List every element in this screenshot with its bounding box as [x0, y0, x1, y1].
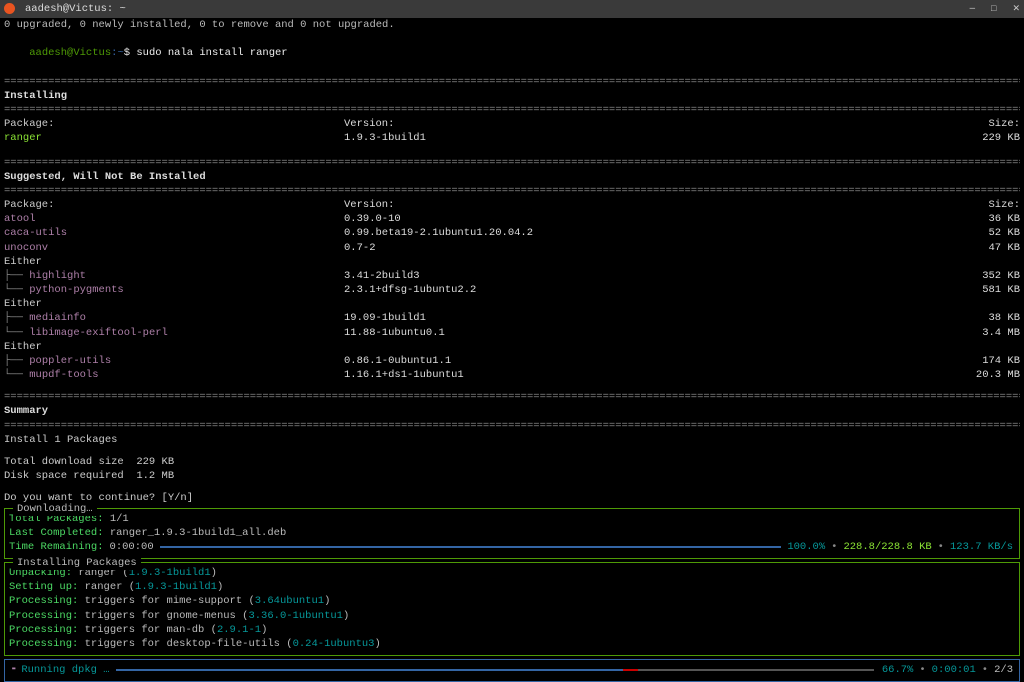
minimize-icon[interactable] — [970, 3, 975, 15]
upgrade-line: 0 upgraded, 0 newly installed, 0 to remo… — [4, 18, 1020, 32]
install-log-line: Processing: triggers for man-db (2.9.1-1… — [9, 623, 1013, 637]
download-progress-bar — [160, 546, 782, 548]
install-log-line: Processing: triggers for gnome-menus (3.… — [9, 609, 1013, 623]
close-circle-icon[interactable] — [4, 3, 15, 14]
window-title: aadesh@Victus: ~ — [25, 2, 126, 16]
maximize-icon[interactable] — [991, 3, 996, 15]
dpkg-progress-bar — [116, 669, 876, 671]
dpkg-box: ╺ Running dpkg … 66.7% • 0:00:01 • 2/3 — [4, 659, 1020, 682]
installing-title: Installing — [4, 89, 1020, 103]
continue-prompt[interactable]: Do you want to continue? [Y/n] — [4, 491, 1020, 505]
header-row: Package: Version: Size: — [4, 117, 1020, 131]
install-log-line: Processing: triggers for desktop-file-ut… — [9, 637, 1013, 651]
prompt-line[interactable]: aadesh@Victus:~$ sudo nala install range… — [4, 32, 1020, 75]
close-icon[interactable] — [1012, 3, 1020, 15]
summary-title: Summary — [4, 404, 1020, 418]
window-titlebar: aadesh@Victus: ~ — [0, 0, 1024, 18]
downloading-box: Downloading… Total Packages: 1/1 Last Co… — [4, 508, 1020, 560]
install-log-line: Unpacking: ranger (1.9.3-1build1) — [9, 566, 1013, 580]
install-log-line: Setting up: ranger (1.9.3-1build1) — [9, 580, 1013, 594]
install-log-line: Processing: triggers for mime-support (3… — [9, 594, 1013, 608]
suggested-title: Suggested, Will Not Be Installed — [4, 170, 1020, 184]
terminal-output: 0 upgraded, 0 newly installed, 0 to remo… — [0, 18, 1024, 682]
installing-box: Installing Packages Unpacking: ranger (1… — [4, 562, 1020, 656]
pkg-row: ranger 1.9.3-1build1 229 KB — [4, 131, 1020, 145]
